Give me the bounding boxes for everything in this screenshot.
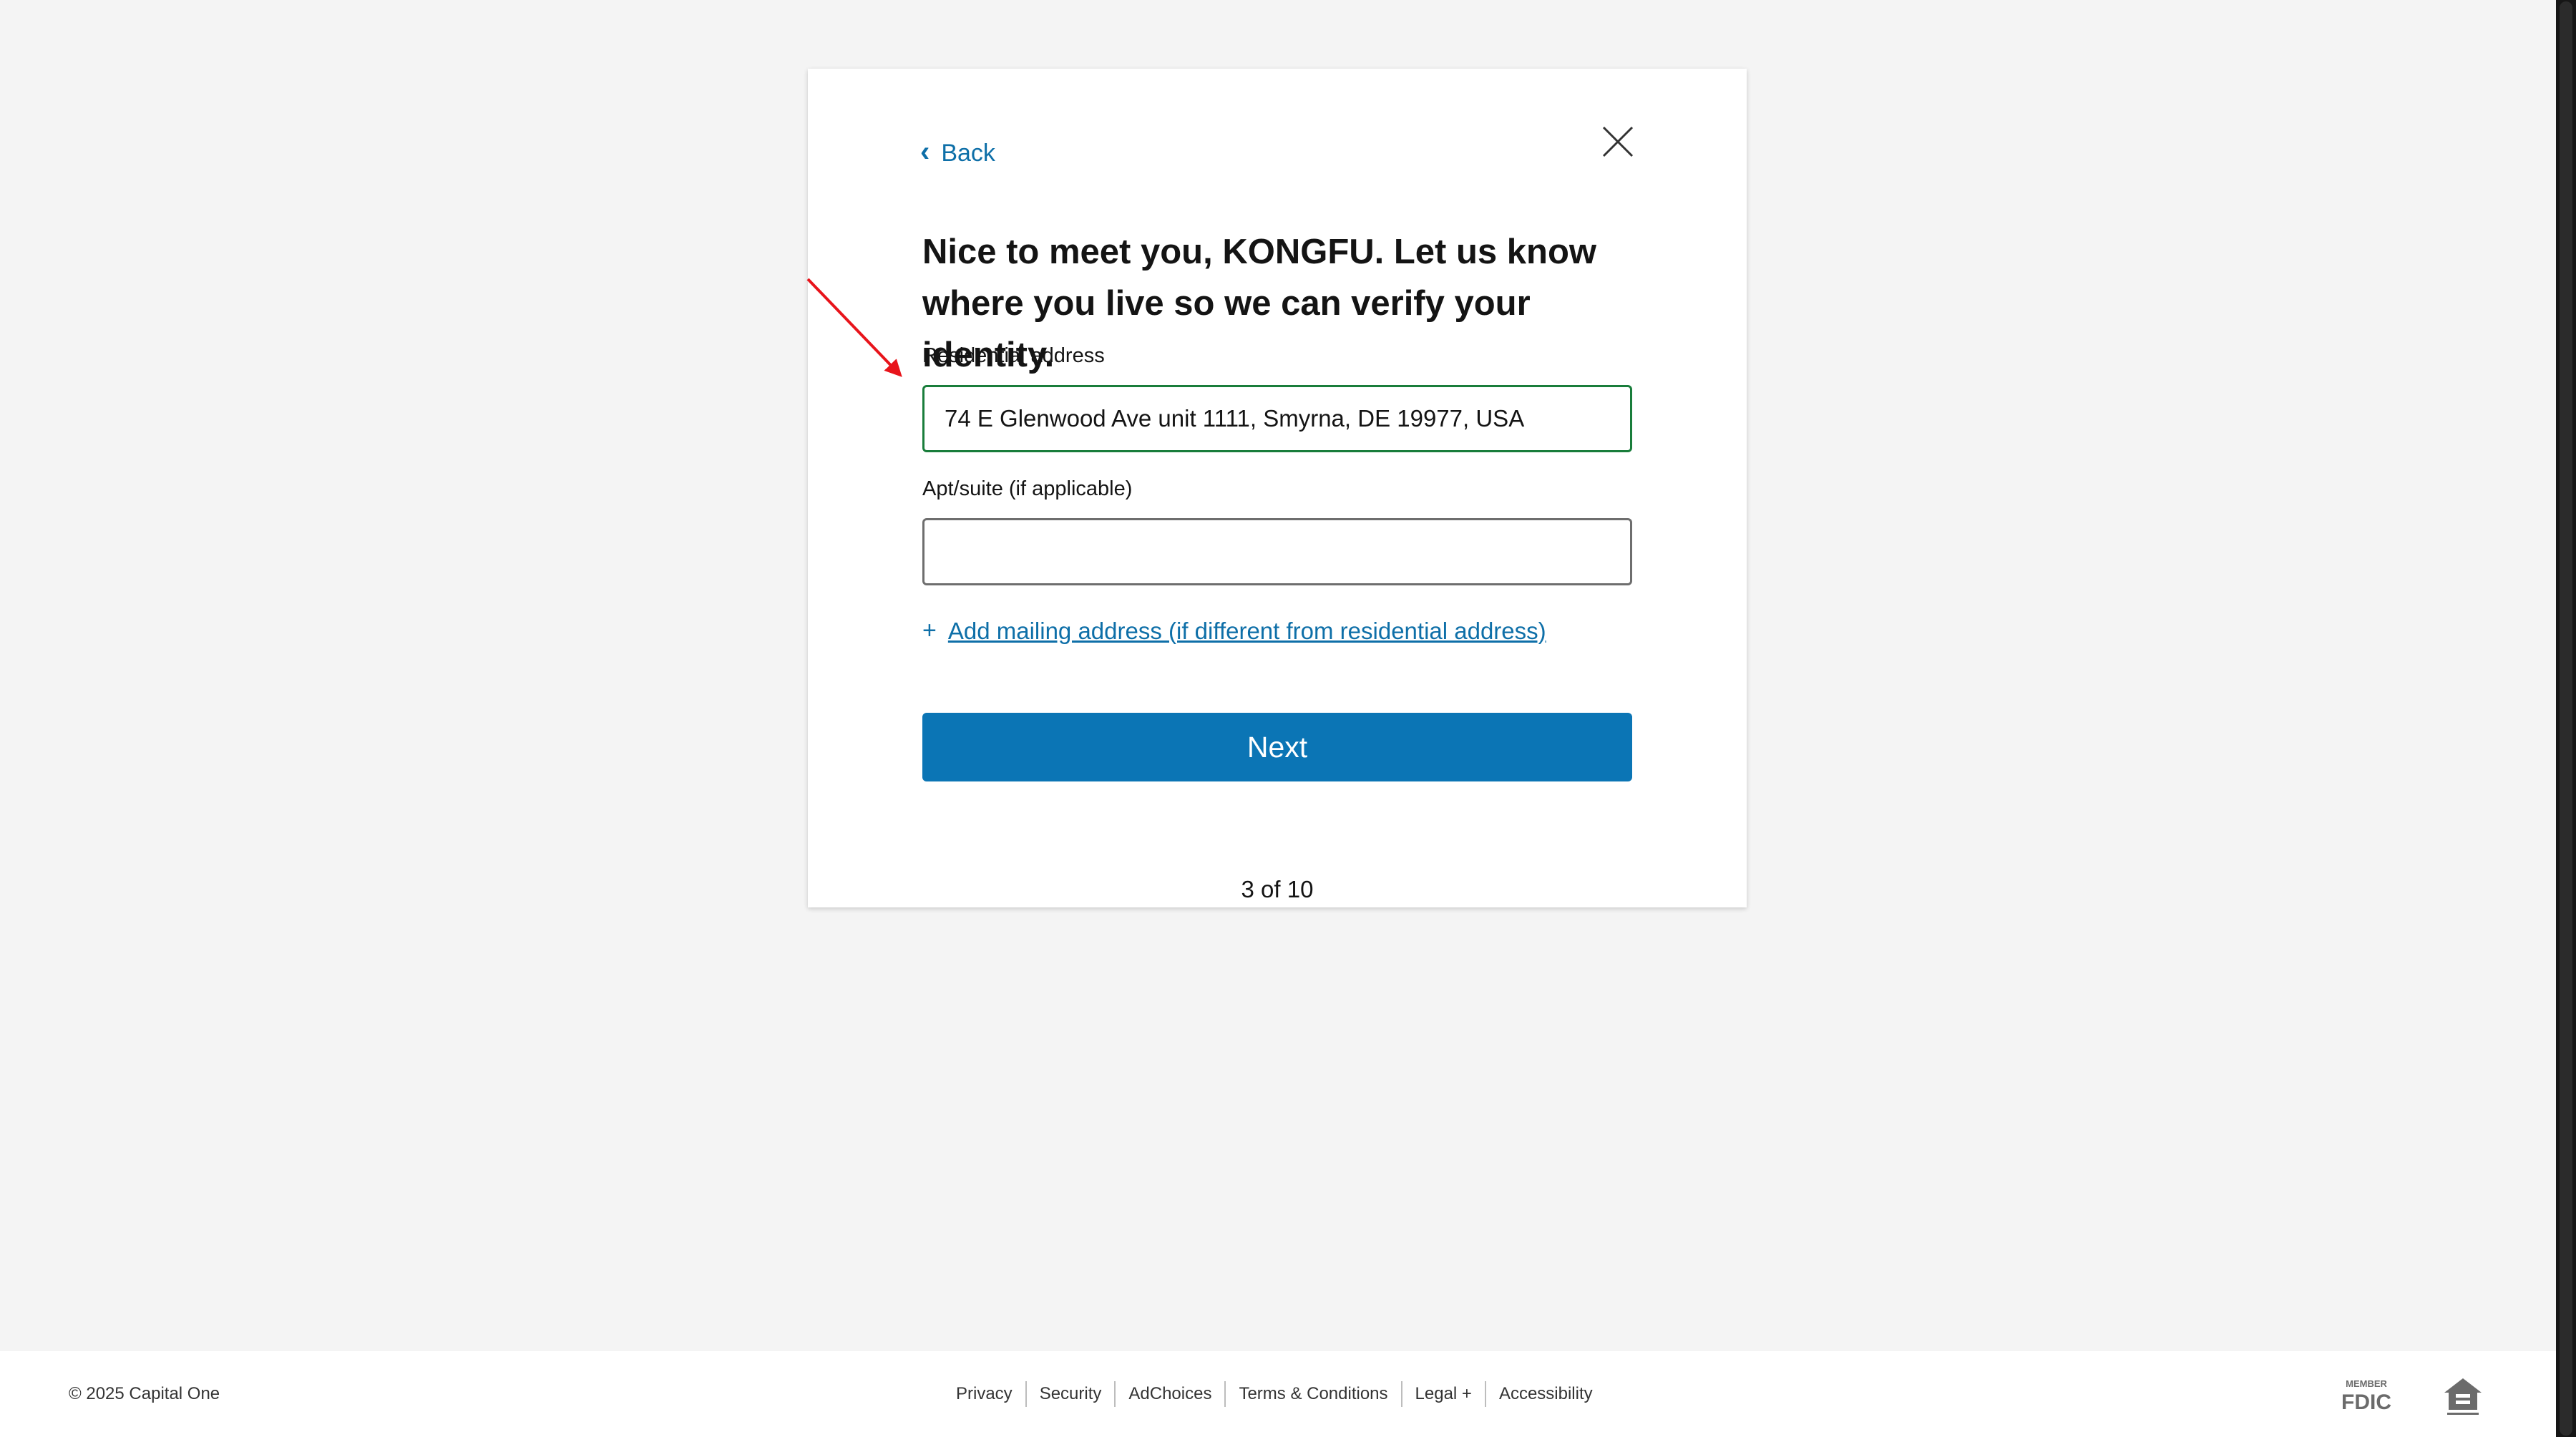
- footer-links: Privacy Security AdChoices Terms & Condi…: [943, 1351, 1606, 1437]
- scrollbar-thumb[interactable]: [2560, 1, 2572, 1436]
- equal-housing-lender-icon: [2444, 1378, 2482, 1415]
- apt-suite-label: Apt/suite (if applicable): [922, 477, 1133, 500]
- add-mailing-address-link[interactable]: Add mailing address (if different from r…: [948, 618, 1546, 645]
- footer-link-adchoices[interactable]: AdChoices: [1116, 1381, 1226, 1407]
- add-mailing-address: + Add mailing address (if different from…: [922, 617, 1546, 645]
- footer-link-security[interactable]: Security: [1027, 1381, 1116, 1407]
- back-label: Back: [941, 139, 995, 167]
- back-link[interactable]: ‹ Back: [920, 132, 995, 175]
- footer-link-accessibility[interactable]: Accessibility: [1486, 1381, 1606, 1407]
- step-indicator: 3 of 10: [1241, 876, 1314, 902]
- svg-text:MEMBER: MEMBER: [2346, 1378, 2387, 1389]
- copyright: © 2025 Capital One: [69, 1384, 220, 1403]
- close-icon[interactable]: [1598, 122, 1638, 162]
- footer-link-privacy[interactable]: Privacy: [943, 1381, 1027, 1407]
- footer: © 2025 Capital One Privacy Security AdCh…: [0, 1351, 2556, 1437]
- next-button[interactable]: Next: [922, 713, 1632, 781]
- residential-address-label: Residential address: [922, 344, 1105, 367]
- fdic-logo-icon: MEMBER FDIC: [2341, 1378, 2391, 1413]
- plus-icon: +: [922, 617, 937, 644]
- footer-link-terms[interactable]: Terms & Conditions: [1226, 1381, 1402, 1407]
- chevron-left-icon: ‹: [920, 136, 930, 167]
- address-card: ‹ Back Nice to meet you, KONGFU. Let us …: [808, 69, 1747, 907]
- footer-link-legal[interactable]: Legal +: [1402, 1381, 1486, 1407]
- residential-address-input[interactable]: [922, 385, 1632, 452]
- scrollbar[interactable]: [2556, 0, 2576, 1437]
- apt-suite-input[interactable]: [922, 518, 1632, 585]
- svg-text:FDIC: FDIC: [2341, 1390, 2391, 1413]
